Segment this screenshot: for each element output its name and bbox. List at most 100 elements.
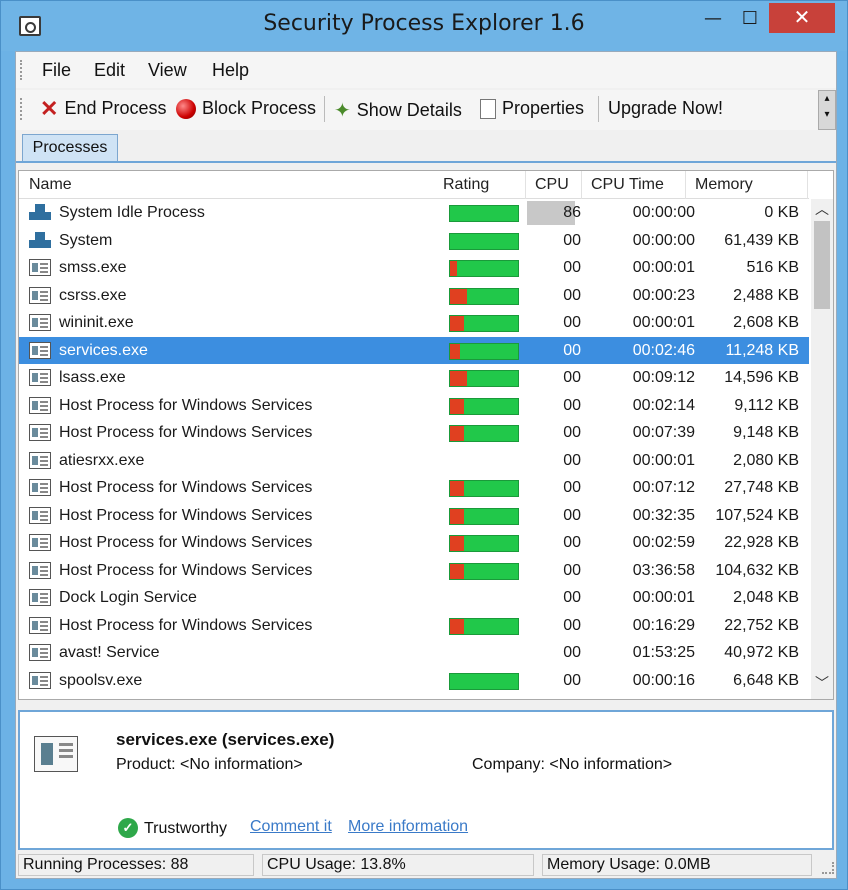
minimize-button[interactable]: — <box>691 5 735 35</box>
toolbar-grip[interactable] <box>20 98 23 120</box>
rating-risk-segment <box>450 536 464 551</box>
table-row[interactable]: Host Process for Windows Services 00 00:07… <box>19 474 809 502</box>
process-name: Host Process for Windows Services <box>59 479 313 496</box>
column-rating[interactable]: Rating <box>443 176 489 194</box>
process-cpu: 00 <box>563 259 581 276</box>
upgrade-button[interactable]: Upgrade Now! <box>608 98 723 119</box>
process-cpu: 00 <box>563 286 581 304</box>
process-cpu-time: 00:00:16 <box>632 671 695 689</box>
table-row[interactable]: System Idle Process 86 00:00:00 0 KB <box>19 199 809 227</box>
column-name[interactable]: Name <box>29 176 72 194</box>
rating-risk-segment <box>450 288 467 304</box>
comment-link[interactable]: Comment it <box>250 818 332 836</box>
title-bar[interactable]: Security Process Explorer 1.6 — ☐ ✕ <box>1 1 847 51</box>
process-memory: 61,439 KB <box>724 231 799 249</box>
process-cpu: 00 <box>563 396 581 414</box>
menu-grip[interactable] <box>20 60 23 80</box>
rating-bar <box>449 480 519 497</box>
tab-underline <box>16 161 836 163</box>
show-details-label: Show Details <box>356 100 462 120</box>
application-icon <box>29 286 51 304</box>
rating-risk-segment <box>450 371 467 386</box>
process-list[interactable]: Name Rating CPU CPU Time Memory System I… <box>18 170 834 700</box>
process-memory: 27,748 KB <box>724 479 799 496</box>
application-icon <box>29 644 51 661</box>
rating-risk-segment <box>450 261 457 276</box>
process-memory: 14,596 KB <box>724 369 799 386</box>
column-divider[interactable] <box>525 171 526 199</box>
table-row[interactable]: lsass.exe 00 00:09:12 14,596 KB <box>19 364 809 392</box>
details-title: services.exe (services.exe) <box>116 730 335 749</box>
process-cpu: 00 <box>563 561 581 579</box>
table-row[interactable]: System 00 00:00:00 61,439 KB <box>19 227 809 255</box>
application-icon <box>29 259 51 276</box>
menu-help[interactable]: Help <box>212 60 249 81</box>
column-memory[interactable]: Memory <box>695 176 753 194</box>
end-process-button[interactable]: ✕ End Process <box>40 97 167 119</box>
scroll-up-icon[interactable]: ︿ <box>811 199 833 221</box>
table-row[interactable]: csrss.exe 00 00:00:23 2,488 KB <box>19 282 809 310</box>
process-memory: 40,972 KB <box>724 644 799 661</box>
process-memory: 2,080 KB <box>733 451 799 469</box>
column-divider[interactable] <box>581 171 582 199</box>
menu-edit[interactable]: Edit <box>94 60 125 81</box>
maximize-button[interactable]: ☐ <box>735 5 765 35</box>
application-icon <box>29 396 51 414</box>
process-memory: 107,524 KB <box>715 506 799 524</box>
process-name: Host Process for Windows Services <box>59 616 313 634</box>
table-row[interactable]: Host Process for Windows Services 00 03:36… <box>19 557 809 585</box>
process-cpu-time: 00:00:00 <box>632 204 695 221</box>
menu-file[interactable]: File <box>42 60 71 81</box>
process-cpu: 00 <box>563 369 581 386</box>
more-information-link[interactable]: More information <box>348 818 468 836</box>
toolbar-overflow-button[interactable]: ▴ ▾ <box>818 90 836 130</box>
vertical-scrollbar[interactable]: ︿ ﹀ <box>811 199 833 699</box>
process-name: avast! Service <box>59 644 160 661</box>
table-row[interactable]: Dock Login Service 00 00:00:01 2,048 KB <box>19 584 809 612</box>
process-cpu: 00 <box>563 616 581 634</box>
table-row[interactable]: smss.exe 00 00:00:01 516 KB <box>19 254 809 282</box>
properties-icon <box>480 98 496 119</box>
resize-grip-icon[interactable] <box>822 862 834 874</box>
application-icon <box>29 479 51 496</box>
process-cpu: 00 <box>563 534 581 551</box>
table-row[interactable]: Host Process for Windows Services 00 00:02… <box>19 529 809 557</box>
process-name: Host Process for Windows Services <box>59 424 313 441</box>
column-cpu-time[interactable]: CPU Time <box>591 176 664 194</box>
process-cpu: 00 <box>563 424 581 441</box>
process-cpu: 00 <box>563 671 581 689</box>
application-icon <box>29 369 51 386</box>
scroll-thumb[interactable] <box>814 221 830 309</box>
process-name: wininit.exe <box>59 314 134 331</box>
column-cpu[interactable]: CPU <box>535 176 569 194</box>
tab-processes[interactable]: Processes <box>22 134 118 162</box>
table-row[interactable]: services.exe 00 00:02:46 11,248 KB <box>19 336 809 364</box>
rating-bar <box>449 232 519 250</box>
application-icon <box>29 424 51 441</box>
table-row[interactable]: Host Process for Windows Services 00 00:16… <box>19 612 809 640</box>
scroll-down-icon[interactable]: ﹀ <box>811 673 833 695</box>
table-row[interactable]: atiesrxx.exe 00 00:00:01 2,080 KB <box>19 447 809 475</box>
show-details-button[interactable]: ✦ Show Details <box>334 98 462 123</box>
process-name: Host Process for Windows Services <box>59 534 313 551</box>
table-row[interactable]: spoolsv.exe 00 00:00:16 6,648 KB <box>19 667 809 695</box>
close-button[interactable]: ✕ <box>769 3 835 33</box>
rating-risk-segment <box>450 481 464 496</box>
process-name: csrss.exe <box>59 286 127 304</box>
table-row[interactable]: avast! Service 00 01:53:25 40,972 KB <box>19 639 809 667</box>
process-memory: 9,112 KB <box>734 396 799 414</box>
table-row[interactable]: Host Process for Windows Services 00 00:02… <box>19 392 809 420</box>
column-divider[interactable] <box>807 171 808 199</box>
table-row[interactable]: wininit.exe 00 00:00:01 2,608 KB <box>19 309 809 337</box>
process-cpu: 00 <box>563 314 581 331</box>
block-process-button[interactable]: Block Process <box>176 98 316 119</box>
table-row[interactable]: Host Process for Windows Services 00 00:07… <box>19 419 809 447</box>
menu-view[interactable]: View <box>148 60 187 81</box>
column-divider[interactable] <box>685 171 686 199</box>
process-cpu-time: 00:00:01 <box>632 589 695 606</box>
table-row[interactable]: Host Process for Windows Services 00 00:32… <box>19 502 809 530</box>
application-icon <box>29 314 51 331</box>
process-memory: 6,648 KB <box>733 671 799 689</box>
process-name: atiesrxx.exe <box>59 451 145 469</box>
properties-button[interactable]: Properties <box>480 98 584 119</box>
